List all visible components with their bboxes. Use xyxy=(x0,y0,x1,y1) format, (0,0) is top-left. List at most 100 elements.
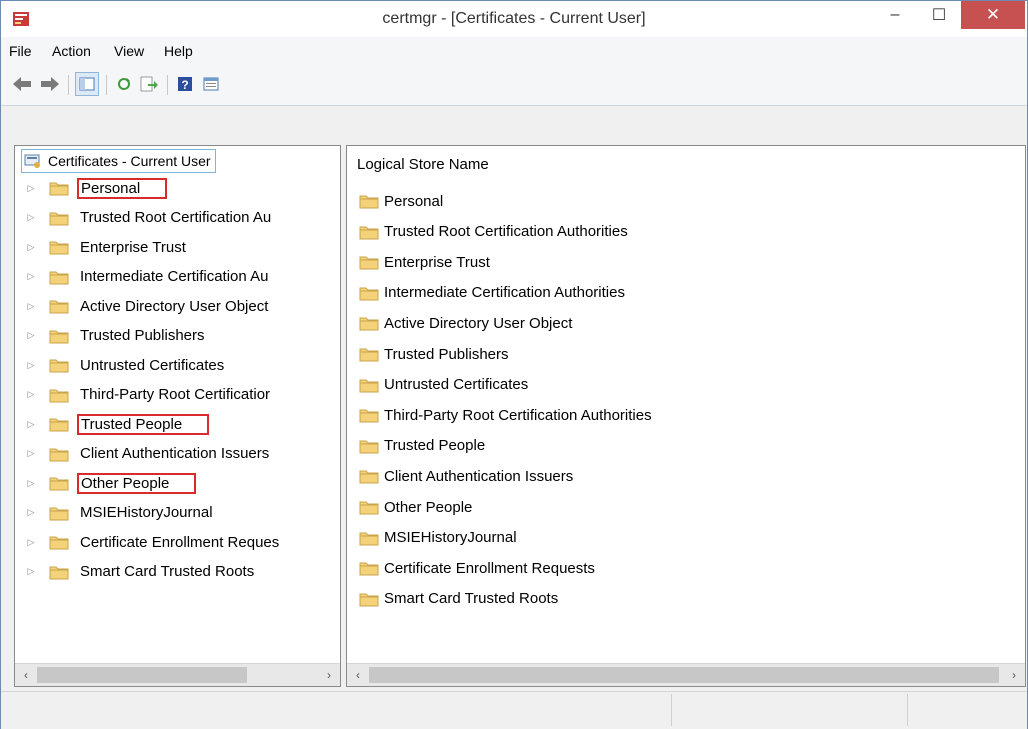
scroll-right-icon[interactable]: › xyxy=(320,666,338,684)
tree-item[interactable]: ▷ Smart Card Trusted Roots xyxy=(15,558,257,586)
properties-icon[interactable] xyxy=(200,73,222,95)
scroll-left-icon[interactable]: ‹ xyxy=(349,666,367,684)
folder-icon xyxy=(359,377,379,393)
results-pane[interactable]: Logical Store Name Personal Trusted Root … xyxy=(346,145,1026,687)
refresh-icon[interactable] xyxy=(113,73,135,95)
folder-icon xyxy=(359,407,379,423)
results-horizontal-scrollbar[interactable]: ‹ › xyxy=(347,663,1025,686)
expand-arrow-icon[interactable]: ▷ xyxy=(25,478,37,489)
folder-icon xyxy=(49,180,69,196)
expand-arrow-icon[interactable]: ▷ xyxy=(25,537,37,548)
tree-item[interactable]: ▷ Trusted Publishers xyxy=(15,322,208,350)
tree-horizontal-scrollbar[interactable]: ‹ › xyxy=(15,663,340,686)
tree-item[interactable]: ▷ Enterprise Trust xyxy=(15,233,189,261)
folder-icon xyxy=(49,505,69,521)
folder-icon xyxy=(359,254,379,270)
window-title: certmgr - [Certificates - Current User] xyxy=(382,10,646,27)
minimize-button[interactable]: – xyxy=(877,1,913,29)
tree-item[interactable]: ▷ Certificate Enrollment Reques xyxy=(15,528,282,556)
back-icon[interactable] xyxy=(11,73,33,95)
list-item[interactable]: MSIEHistoryJournal xyxy=(359,525,517,551)
expand-arrow-icon[interactable]: ▷ xyxy=(25,507,37,518)
list-item[interactable]: Intermediate Certification Authorities xyxy=(359,280,625,306)
tree-item[interactable]: ▷ Client Authentication Issuers xyxy=(15,440,272,468)
list-item[interactable]: Untrusted Certificates xyxy=(359,372,528,398)
menu-file[interactable]: File xyxy=(9,37,32,65)
folder-icon xyxy=(359,560,379,576)
tree-item-label: Untrusted Certificates xyxy=(80,356,225,374)
list-item-label: Personal xyxy=(384,192,444,210)
list-item[interactable]: Third-Party Root Certification Authoriti… xyxy=(359,402,652,428)
list-item-label: Trusted People xyxy=(384,437,486,455)
folder-icon xyxy=(49,446,69,462)
list-item-label: Third-Party Root Certification Authoriti… xyxy=(384,406,652,424)
forward-icon[interactable] xyxy=(39,73,61,95)
list-item-label: Active Directory User Object xyxy=(384,314,573,332)
tree-root-certificates[interactable]: Certificates - Current User xyxy=(21,149,216,173)
expand-arrow-icon[interactable]: ▷ xyxy=(25,330,37,341)
menu-view[interactable]: View xyxy=(114,37,144,65)
mmc-window: certmgr - [Certificates - Current User] … xyxy=(0,0,1028,729)
tree-item[interactable]: ▷ MSIEHistoryJournal xyxy=(15,499,216,527)
folder-icon xyxy=(359,499,379,515)
expand-arrow-icon[interactable]: ▷ xyxy=(25,271,37,282)
list-item[interactable]: Trusted Root Certification Authorities xyxy=(359,219,628,245)
folder-icon xyxy=(359,530,379,546)
folder-icon xyxy=(49,239,69,255)
show-hide-tree-icon[interactable] xyxy=(75,72,99,96)
help-icon[interactable]: ? xyxy=(174,73,196,95)
close-button[interactable]: ✕ xyxy=(961,1,1025,29)
expand-arrow-icon[interactable]: ▷ xyxy=(25,360,37,371)
scroll-thumb[interactable] xyxy=(37,667,247,683)
tree-item[interactable]: ▷ Trusted Root Certification Au xyxy=(15,204,274,232)
toolbar-separator xyxy=(106,75,107,95)
folder-icon xyxy=(49,328,69,344)
menu-action[interactable]: Action xyxy=(52,37,91,65)
tree-item[interactable]: ▷ Intermediate Certification Au xyxy=(15,263,271,291)
folder-icon xyxy=(359,468,379,484)
maximize-button[interactable]: ☐ xyxy=(921,1,957,29)
expand-arrow-icon[interactable]: ▷ xyxy=(25,566,37,577)
list-item[interactable]: Certificate Enrollment Requests xyxy=(359,555,595,581)
tree-item[interactable]: ▷ Untrusted Certificates xyxy=(15,351,227,379)
tree-item-label: Active Directory User Object xyxy=(80,297,269,315)
expand-arrow-icon[interactable]: ▷ xyxy=(25,419,37,430)
tree-item[interactable]: ▷ Active Directory User Object xyxy=(15,292,271,320)
column-header-logical-store-name[interactable]: Logical Store Name xyxy=(357,156,489,173)
expand-arrow-icon[interactable]: ▷ xyxy=(25,389,37,400)
list-item[interactable]: Client Authentication Issuers xyxy=(359,463,573,489)
export-list-icon[interactable] xyxy=(138,73,160,95)
tree-item[interactable]: ▷ Personal xyxy=(15,174,168,202)
expand-arrow-icon[interactable]: ▷ xyxy=(25,301,37,312)
list-item[interactable]: Trusted People xyxy=(359,433,485,459)
tree-item[interactable]: ▷ Trusted People xyxy=(15,410,210,438)
list-item[interactable]: Active Directory User Object xyxy=(359,310,572,336)
scroll-left-icon[interactable]: ‹ xyxy=(17,666,35,684)
status-segment xyxy=(671,694,908,726)
scroll-thumb[interactable] xyxy=(369,667,999,683)
list-item[interactable]: Smart Card Trusted Roots xyxy=(359,586,558,612)
list-item[interactable]: Trusted Publishers xyxy=(359,341,509,367)
expand-arrow-icon[interactable]: ▷ xyxy=(25,448,37,459)
title-bar[interactable]: certmgr - [Certificates - Current User] … xyxy=(1,1,1027,38)
scroll-right-icon[interactable]: › xyxy=(1005,666,1023,684)
tree-item[interactable]: ▷ Other People xyxy=(15,469,197,497)
folder-icon xyxy=(359,438,379,454)
list-item[interactable]: Personal xyxy=(359,188,443,214)
folder-icon xyxy=(49,298,69,314)
folder-icon xyxy=(359,315,379,331)
expand-arrow-icon[interactable]: ▷ xyxy=(25,242,37,253)
tree-item[interactable]: ▷ Third-Party Root Certificatior xyxy=(15,381,273,409)
list-item[interactable]: Enterprise Trust xyxy=(359,249,490,275)
tree-item-label: Trusted Publishers xyxy=(80,327,205,344)
expand-arrow-icon[interactable]: ▷ xyxy=(25,212,37,223)
svg-text:?: ? xyxy=(181,78,188,92)
tree-item-label: Trusted People xyxy=(77,413,210,435)
tree-item-label: Enterprise Trust xyxy=(80,238,186,256)
menu-help[interactable]: Help xyxy=(164,37,193,65)
list-item-label: Certificate Enrollment Requests xyxy=(384,559,595,577)
list-item[interactable]: Other People xyxy=(359,494,472,520)
expand-arrow-icon[interactable]: ▷ xyxy=(25,183,37,194)
folder-icon xyxy=(359,193,379,209)
console-tree[interactable]: Certificates - Current User ▷ Personal ▷ Tr… xyxy=(14,145,341,687)
